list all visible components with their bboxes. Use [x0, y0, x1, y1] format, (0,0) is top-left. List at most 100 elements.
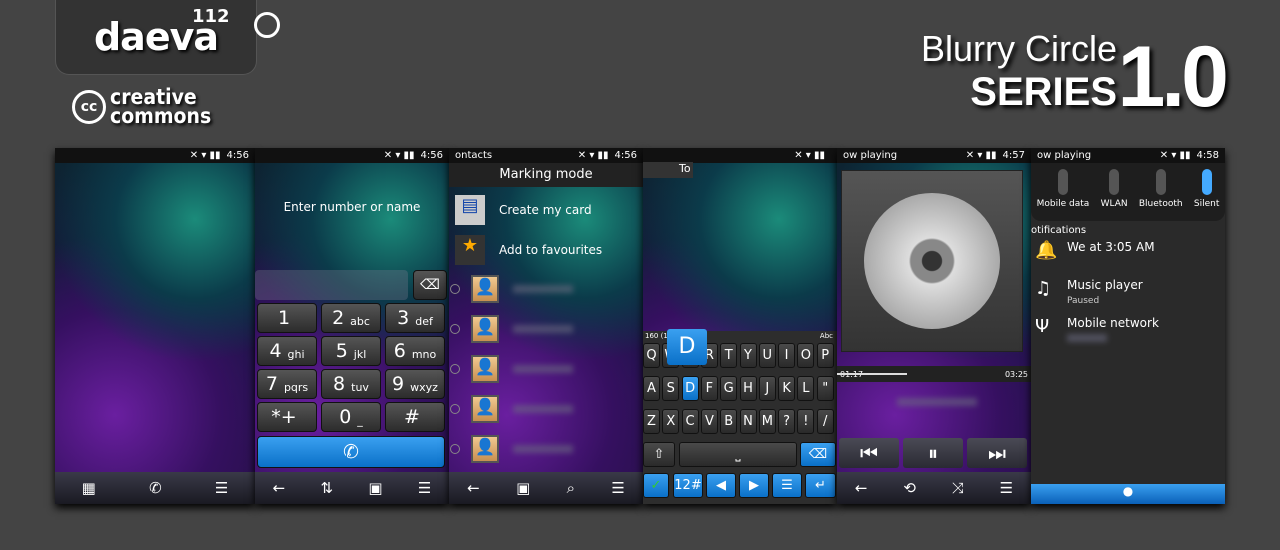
dial-key[interactable]: 2 abc [321, 303, 381, 333]
key-/[interactable]: / [816, 409, 834, 434]
radio-icon[interactable] [450, 404, 460, 414]
call-button[interactable]: ✆ [257, 436, 445, 468]
right-arrow-key[interactable]: ▶ [739, 473, 769, 498]
dial-key[interactable]: 6 mno [385, 336, 445, 366]
number-input[interactable] [255, 270, 408, 300]
key-V[interactable]: V [700, 409, 718, 434]
dialer-screen: ✕ ▾ ▮▮ 4:56 Enter number or name ⌫ 1 2 abc 3… [255, 148, 449, 504]
avatar: 👤 [471, 275, 499, 303]
key-F[interactable]: F [700, 376, 718, 401]
toggle-mobile-data[interactable]: Mobile data [1037, 169, 1089, 215]
dial-key[interactable]: 8 tuv [321, 369, 381, 399]
key-I[interactable]: I [778, 343, 796, 368]
key-N[interactable]: N [739, 409, 757, 434]
dial-key[interactable]: 3 def [385, 303, 445, 333]
search-icon[interactable]: ⌕ [567, 479, 575, 497]
notification-item[interactable]: Ψ Mobile network [1031, 316, 1225, 342]
dial-key[interactable]: 5 jkl [321, 336, 381, 366]
menu-icon[interactable]: ☰ [215, 479, 228, 497]
key-D[interactable]: D [681, 376, 699, 401]
phone-icon[interactable]: ✆ [149, 479, 162, 497]
key-U[interactable]: U [758, 343, 776, 368]
contacts-icon[interactable]: ▣ [368, 479, 382, 497]
dialer-prompt: Enter number or name [283, 200, 421, 214]
key-M[interactable]: M [758, 409, 776, 434]
key-J[interactable]: J [758, 376, 776, 401]
dial-key[interactable]: 0 _ [321, 402, 381, 432]
key-Y[interactable]: Y [739, 343, 757, 368]
action-item[interactable]: ★ Add to favourites [449, 232, 643, 268]
pause-button[interactable]: ⏸ [903, 438, 963, 468]
shuffle-icon[interactable]: ⤨ [952, 479, 964, 497]
repeat-icon[interactable]: ⟲ [903, 479, 916, 497]
radio-icon[interactable] [450, 364, 460, 374]
key-K[interactable]: K [778, 376, 796, 401]
enter-key[interactable]: ↵ [805, 473, 836, 498]
contact-row[interactable]: 👤 [449, 312, 643, 346]
bottom-bar[interactable]: ● [1031, 484, 1225, 504]
key-B[interactable]: B [720, 409, 738, 434]
notification-item[interactable]: ♫ Music player Paused [1031, 278, 1225, 306]
swap-icon[interactable]: ⇅ [321, 479, 334, 497]
key-S[interactable]: S [662, 376, 680, 401]
mode-key[interactable]: 12# [673, 473, 703, 498]
grid-icon[interactable]: ▦ [82, 479, 96, 497]
key-Z[interactable]: Z [643, 409, 660, 434]
key-Q[interactable]: Q [643, 343, 660, 368]
done-key[interactable]: ✓ [643, 473, 669, 498]
backspace-key[interactable]: ⌫ [800, 442, 836, 467]
dial-key[interactable]: *+ [257, 402, 317, 432]
status-label: ow playing [1037, 150, 1092, 161]
contacts-icon[interactable]: ▣ [516, 479, 530, 497]
dial-key[interactable]: 1 [257, 303, 317, 333]
key-T[interactable]: T [720, 343, 738, 368]
space-key[interactable]: ⎵ [679, 442, 797, 467]
backspace-button[interactable]: ⌫ [413, 270, 447, 300]
radio-icon[interactable] [450, 324, 460, 334]
previous-button[interactable]: ⏮ [839, 438, 899, 468]
key-![interactable]: ! [797, 409, 815, 434]
key-[interactable]: " [816, 376, 834, 401]
left-arrow-key[interactable]: ◀ [706, 473, 736, 498]
key-A[interactable]: A [643, 376, 660, 401]
key-G[interactable]: G [720, 376, 738, 401]
back-icon[interactable]: ← [855, 479, 868, 497]
dial-key[interactable]: 4 ghi [257, 336, 317, 366]
menu-key[interactable]: ☰ [772, 473, 802, 498]
contact-row[interactable]: 👤 [449, 352, 643, 386]
menu-icon[interactable]: ☰ [1000, 479, 1013, 497]
radio-icon[interactable] [450, 284, 460, 294]
menu-icon[interactable]: ☰ [418, 479, 431, 497]
progress-bar[interactable] [837, 373, 907, 375]
radio-icon[interactable] [450, 444, 460, 454]
notification-item[interactable]: 🔔 We at 3:05 AM [1031, 240, 1225, 261]
dial-key[interactable]: # [385, 402, 445, 432]
key-H[interactable]: H [739, 376, 757, 401]
shift-key[interactable]: ⇧ [643, 442, 675, 467]
menu-icon[interactable]: ☰ [611, 479, 624, 497]
key-X[interactable]: X [662, 409, 680, 434]
menu-orb-icon[interactable]: ● [1123, 484, 1133, 498]
toggle-wlan[interactable]: WLAN [1101, 169, 1128, 215]
key-O[interactable]: O [797, 343, 815, 368]
key-C[interactable]: C [681, 409, 699, 434]
next-button[interactable]: ⏭ [967, 438, 1027, 468]
toggle-bluetooth[interactable]: Bluetooth [1139, 169, 1183, 215]
toggle-silent[interactable]: Silent [1194, 169, 1219, 215]
dial-key[interactable]: 7 pqrs [257, 369, 317, 399]
back-icon[interactable]: ← [467, 479, 480, 497]
dial-key[interactable]: 9 wxyz [385, 369, 445, 399]
action-item[interactable]: ▤ Create my card [449, 192, 643, 228]
contact-name-blurred [513, 365, 573, 373]
status-time: 4:56 [614, 150, 637, 161]
toolbar: ▦ ✆ ☰ [55, 472, 255, 504]
contact-row[interactable]: 👤 [449, 392, 643, 426]
key-?[interactable]: ? [778, 409, 796, 434]
contact-row[interactable]: 👤 [449, 432, 643, 466]
back-icon[interactable]: ← [273, 479, 286, 497]
contact-row[interactable]: 👤 [449, 272, 643, 306]
signal-icon: ✕ ▾ ▮▮ [1159, 150, 1191, 161]
key-P[interactable]: P [816, 343, 834, 368]
key-L[interactable]: L [797, 376, 815, 401]
contact-name-blurred [513, 445, 573, 453]
